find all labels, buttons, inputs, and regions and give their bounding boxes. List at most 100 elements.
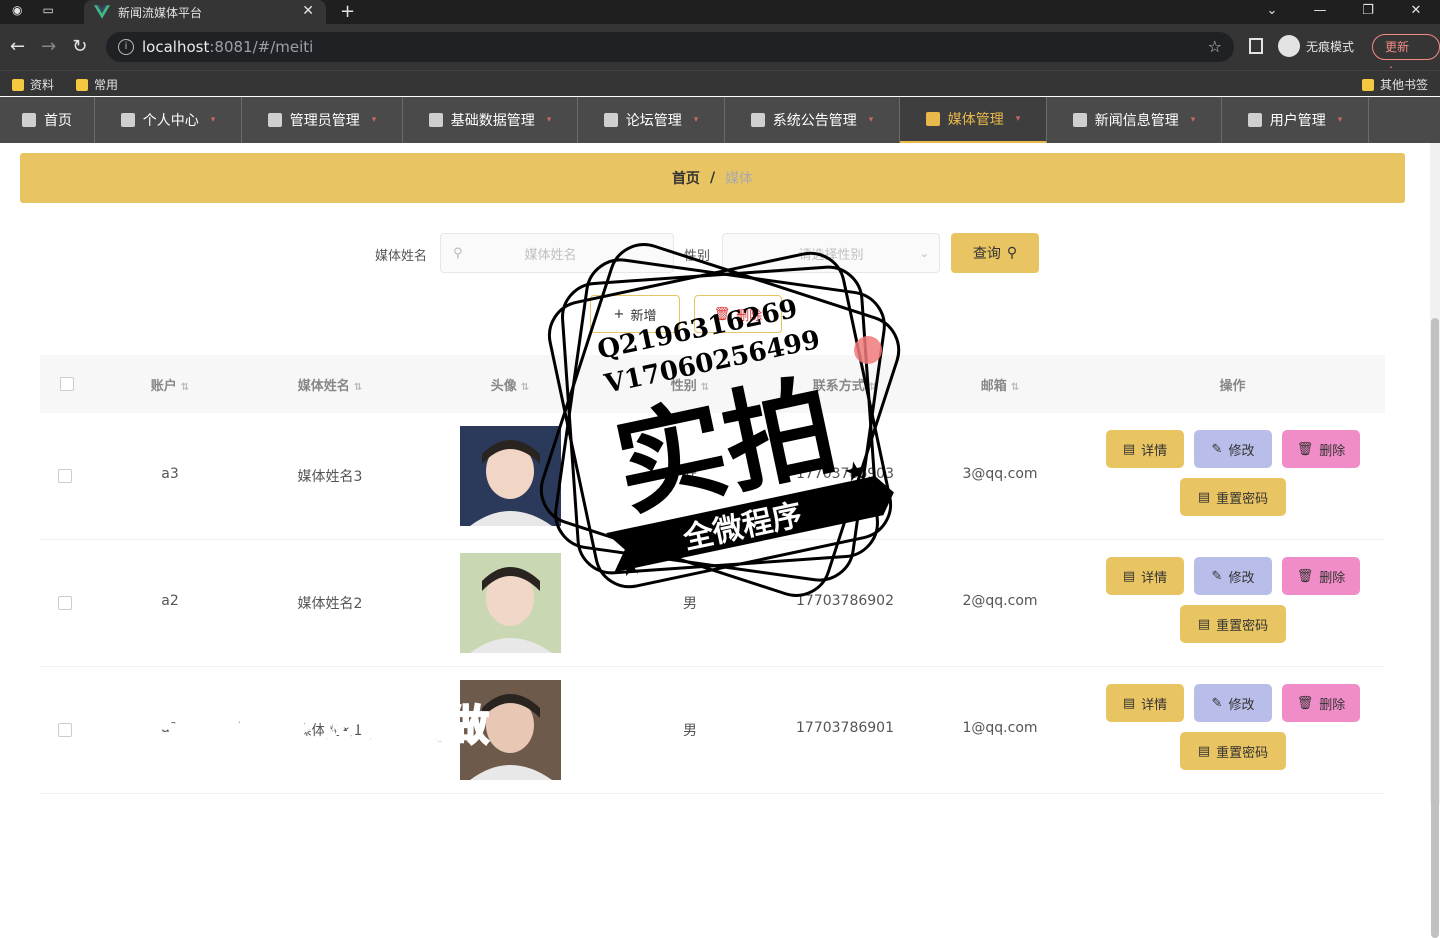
update-label: 更新 (1385, 40, 1410, 54)
minimize-icon[interactable]: — (1296, 0, 1344, 22)
header-actions: 操作 (1219, 378, 1246, 394)
detail-button[interactable]: ▤ 详情 (1106, 430, 1184, 468)
detail-button[interactable]: ▤ 详情 (1106, 557, 1184, 595)
trash-icon: 🗑 (1296, 568, 1314, 584)
nav-label: 新闻信息管理 (1094, 113, 1179, 129)
delete-button[interactable]: 🗑 删除 (1282, 557, 1360, 595)
doc-icon: ▤ (1197, 616, 1211, 632)
nav-item-admin[interactable]: 管理员管理 ▾ (242, 97, 403, 143)
header-email[interactable]: 邮箱 ⇅ (950, 375, 1050, 394)
cell-account: a3 (161, 466, 179, 482)
new-tab-icon[interactable]: + (340, 1, 355, 22)
edit-button[interactable]: ✎ 修改 (1194, 430, 1272, 468)
nav-item-home[interactable]: 首页 (0, 97, 95, 143)
batch-delete-button[interactable]: 🗑 删除 (694, 295, 782, 333)
gender-select[interactable]: 请选择性别 ⌄ (722, 233, 940, 273)
delete-label: 删除 (1319, 570, 1346, 586)
nav-label: 基础数据管理 (450, 113, 535, 129)
gender-label: 性别 (684, 249, 711, 264)
caret-icon: ▾ (1190, 115, 1196, 125)
nav-item-personal[interactable]: 个人中心 ▾ (95, 97, 242, 143)
breadcrumb-home[interactable]: 首页 (672, 168, 700, 188)
nav-item-announcement[interactable]: 系统公告管理 ▾ (725, 97, 900, 143)
tab-overview-icon[interactable]: ▭ (42, 3, 53, 17)
search-form: 媒体姓名 ⚲ 媒体姓名 性别 请选择性别 ⌄ 查询 ⚲ (0, 233, 1440, 273)
sort-icon: ⇅ (868, 381, 878, 393)
delete-label: 删除 (736, 308, 763, 324)
table-row: a3 媒体姓名3 女 17703786903 3@qq.com ▤ 详情 ✎ 修改 🗑 删除 ▤ 重置密… (40, 413, 1385, 540)
caret-icon: ▾ (546, 115, 552, 125)
update-button[interactable]: 更新 ⋮ (1372, 34, 1440, 78)
name-label: 媒体姓名 (375, 249, 428, 264)
incognito-icon (1278, 35, 1300, 57)
url-input[interactable]: i localhost:8081/#/meiti ☆ (106, 32, 1234, 62)
cell-email: 2@qq.com (962, 593, 1038, 609)
bookmark-star-icon[interactable]: ☆ (1208, 37, 1222, 56)
chevron-down-icon[interactable]: ⌄ (1248, 0, 1296, 22)
reset-label: 重置密码 (1216, 618, 1269, 634)
browser-tab[interactable]: 新闻流媒体平台 ✕ (84, 0, 326, 24)
list-icon (750, 113, 765, 127)
query-button[interactable]: 查询 ⚲ (951, 233, 1039, 273)
folder-icon (12, 78, 24, 91)
header-phone[interactable]: 联系方式 ⇅ (790, 375, 900, 394)
reset-password-button[interactable]: ▤ 重置密码 (1180, 732, 1286, 770)
header-account[interactable]: 账户 ⇅ (130, 375, 210, 394)
delete-button[interactable]: 🗑 删除 (1282, 430, 1360, 468)
delete-button[interactable]: 🗑 删除 (1282, 684, 1360, 722)
reset-password-button[interactable]: ▤ 重置密码 (1180, 478, 1286, 516)
reset-password-button[interactable]: ▤ 重置密码 (1180, 605, 1286, 643)
page-scrollbar[interactable] (1430, 143, 1440, 938)
info-icon[interactable]: i (118, 39, 134, 55)
edit-button[interactable]: ✎ 修改 (1194, 684, 1272, 722)
breadcrumb-separator: / (709, 170, 716, 186)
nav-label: 管理员管理 (289, 113, 360, 129)
nav-item-forum[interactable]: 论坛管理 ▾ (578, 97, 725, 143)
nav-item-media[interactable]: 媒体管理 ▾ (900, 97, 1047, 143)
flag-icon (603, 113, 618, 127)
scroll-thumb[interactable] (1431, 318, 1439, 938)
caret-icon: ▾ (868, 115, 874, 125)
select-all-checkbox[interactable] (60, 377, 74, 391)
clock-icon (1072, 113, 1087, 127)
row-checkbox[interactable] (58, 596, 72, 610)
bookmarks-bar: 资料 常用 其他书签 (0, 70, 1440, 96)
header-label: 邮箱 (980, 378, 1007, 394)
close-window-icon[interactable]: ✕ (1392, 0, 1440, 22)
folder-icon (1362, 78, 1374, 91)
row-checkbox[interactable] (58, 723, 72, 737)
header-avatar[interactable]: 头像 ⇅ (460, 375, 560, 394)
other-bookmarks[interactable]: 其他书签 (1362, 76, 1428, 93)
row-checkbox[interactable] (58, 469, 72, 483)
close-tab-icon[interactable]: ✕ (302, 3, 314, 19)
globe-icon[interactable]: ◉ (12, 3, 22, 17)
name-search-input[interactable]: ⚲ 媒体姓名 (440, 233, 674, 273)
nav-label: 系统公告管理 (772, 113, 857, 129)
nav-item-users[interactable]: 用户管理 ▾ (1222, 97, 1369, 143)
breadcrumb-current: 媒体 (725, 171, 754, 187)
add-button[interactable]: + 新增 (590, 295, 680, 333)
detail-button[interactable]: ▤ 详情 (1106, 684, 1184, 722)
name-placeholder: 媒体姓名 (524, 247, 577, 263)
back-icon[interactable]: ← (10, 36, 25, 57)
bookmark-label: 资料 (30, 78, 55, 92)
side-panel-icon[interactable] (1249, 38, 1263, 54)
header-label: 媒体姓名 (297, 378, 350, 394)
bookmark-folder[interactable]: 常用 (76, 76, 118, 93)
incognito-indicator[interactable]: 无痕模式 (1278, 35, 1354, 57)
reload-icon[interactable]: ↻ (72, 36, 87, 57)
nav-item-basic-data[interactable]: 基础数据管理 ▾ (403, 97, 578, 143)
forward-icon[interactable]: → (41, 36, 56, 57)
detail-label: 详情 (1141, 570, 1168, 586)
sort-icon: ⇅ (520, 381, 530, 393)
nav-item-news[interactable]: 新闻信息管理 ▾ (1047, 97, 1222, 143)
header-gender[interactable]: 性别 ⇅ (650, 375, 730, 394)
doc-icon: ▤ (1122, 568, 1136, 584)
trash-icon: 🗑 (1296, 441, 1314, 457)
bookmark-folder[interactable]: 资料 (12, 76, 54, 93)
restore-icon[interactable]: ❐ (1344, 0, 1392, 22)
doc-icon: ▤ (1197, 489, 1211, 505)
header-name[interactable]: 媒体姓名 ⇅ (270, 375, 390, 394)
edit-button[interactable]: ✎ 修改 (1194, 557, 1272, 595)
caret-icon: ▾ (1337, 115, 1343, 125)
